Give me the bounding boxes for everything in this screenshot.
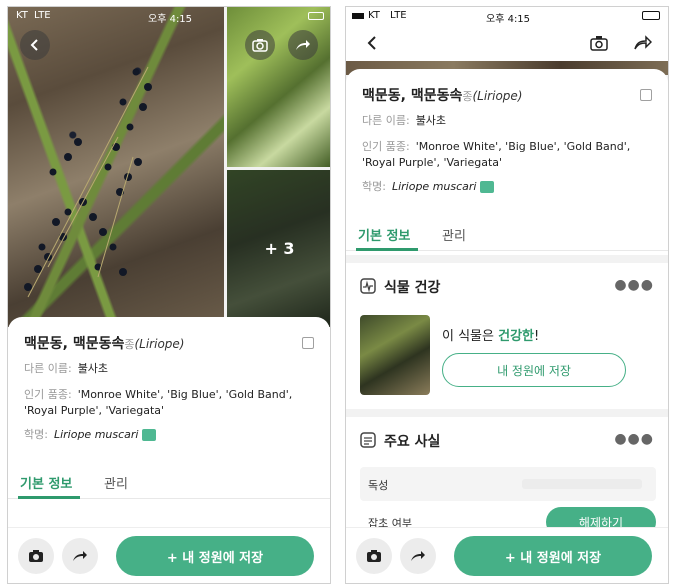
active-tab-indicator bbox=[18, 496, 80, 499]
status-bar: KT LTE 오후 4:15 bbox=[346, 7, 668, 25]
tab-basic-info[interactable]: 기본 정보 bbox=[358, 225, 410, 244]
canvas: + 3 KT LTE 오후 4:15 맥문동, 맥문동속종(Liriope) 다… bbox=[0, 0, 678, 587]
top-nav-bar bbox=[346, 25, 668, 63]
camera-icon bbox=[367, 550, 381, 562]
more-icon[interactable]: ●●● bbox=[614, 277, 654, 293]
toxicity-row: 독성 bbox=[360, 467, 656, 501]
health-status-prefix: 이 식물은 bbox=[442, 329, 499, 344]
share-button[interactable] bbox=[288, 30, 318, 60]
tab-bar: 기본 정보 관리 bbox=[8, 465, 330, 499]
other-name-value: 불사초 bbox=[77, 362, 109, 375]
tab-basic-info[interactable]: 기본 정보 bbox=[20, 473, 72, 492]
speaker-icon[interactable] bbox=[480, 181, 495, 193]
more-photos-count[interactable]: + 3 bbox=[227, 170, 330, 327]
tab-care[interactable]: 관리 bbox=[104, 473, 128, 492]
scientific-label: 학명: bbox=[362, 180, 386, 193]
bottom-camera-button[interactable] bbox=[356, 538, 392, 574]
chevron-left-icon bbox=[30, 39, 38, 51]
tab-bar: 기본 정보 관리 bbox=[346, 217, 668, 251]
camera-icon bbox=[29, 550, 43, 562]
battery-icon bbox=[642, 11, 660, 20]
bottom-share-button[interactable] bbox=[400, 538, 436, 574]
other-name-label: 다른 이름: bbox=[24, 362, 72, 375]
health-section-title: 식물 건강 bbox=[384, 280, 441, 296]
genus-latin: (Liriope) bbox=[134, 337, 185, 351]
bottom-action-bar: + 내 정원에 저장 bbox=[346, 527, 668, 583]
key-facts-section: 주요 사실 ●●● 독성 잡초 여부 해제하기 bbox=[346, 417, 668, 537]
scientific-name: Liriope muscari bbox=[391, 180, 477, 193]
genus-latin: (Liriope) bbox=[472, 89, 523, 103]
camera-button[interactable] bbox=[245, 30, 275, 60]
toxicity-value-blurred bbox=[522, 479, 642, 489]
plant-common-names: 맥문동, 맥문동속 bbox=[362, 88, 463, 104]
active-tab-indicator bbox=[356, 248, 418, 251]
plant-title: 맥문동, 맥문동속종(Liriope) bbox=[362, 85, 522, 105]
plant-health-section: 식물 건강 ●●● 이 식물은 건강한! 내 정원에 저장 bbox=[346, 263, 668, 409]
phone-screen-left: + 3 KT LTE 오후 4:15 맥문동, 맥문동속종(Liriope) 다… bbox=[7, 6, 331, 584]
back-button[interactable] bbox=[20, 30, 50, 60]
signal-icon bbox=[352, 13, 364, 19]
share-icon bbox=[411, 551, 425, 561]
network-label: LTE bbox=[34, 10, 51, 21]
status-bar: KT LTE 오후 4:15 bbox=[8, 7, 330, 25]
scientific-name-row: 학명: Liriope muscari bbox=[24, 427, 157, 443]
cultivars-row: 인기 품종: 'Monroe White', 'Big Blue', 'Gold … bbox=[24, 387, 314, 419]
add-to-garden-button[interactable]: + 내 정원에 저장 bbox=[454, 536, 652, 576]
edit-icon[interactable] bbox=[302, 337, 314, 349]
genus-prefix: 종 bbox=[462, 90, 473, 103]
share-icon[interactable] bbox=[634, 35, 652, 51]
more-icon[interactable]: ●●● bbox=[614, 431, 654, 447]
scientific-label: 학명: bbox=[24, 428, 48, 441]
battery-icon bbox=[308, 12, 324, 20]
toxicity-label: 독성 bbox=[368, 479, 389, 492]
health-status-text: 이 식물은 건강한! bbox=[442, 325, 539, 344]
cultivars-label: 인기 품종: bbox=[362, 140, 410, 153]
carrier-label: KT bbox=[368, 10, 380, 21]
other-name-label: 다른 이름: bbox=[362, 114, 410, 127]
phone-screen-right: KT LTE 오후 4:15 맥문동, 맥문동속종(Liriope) 다른 이름… bbox=[345, 6, 669, 584]
genus-prefix: 종 bbox=[124, 338, 135, 351]
camera-icon bbox=[252, 39, 268, 52]
scientific-name: Liriope muscari bbox=[53, 428, 139, 441]
cultivars-row: 인기 품종: 'Monroe White', 'Big Blue', 'Gold … bbox=[362, 139, 652, 171]
other-name-row: 다른 이름: 불사초 bbox=[362, 113, 446, 129]
health-status-suffix: ! bbox=[534, 329, 540, 344]
tab-care[interactable]: 관리 bbox=[442, 225, 466, 244]
add-to-garden-button[interactable]: + 내 정원에 저장 bbox=[116, 536, 314, 576]
share-icon bbox=[73, 551, 87, 561]
scientific-name-row: 학명: Liriope muscari bbox=[362, 179, 495, 195]
clock-label: 오후 4:15 bbox=[148, 14, 193, 25]
chevron-left-icon[interactable] bbox=[366, 35, 378, 51]
bottom-camera-button[interactable] bbox=[18, 538, 54, 574]
share-icon bbox=[296, 40, 310, 50]
other-name-row: 다른 이름: 불사초 bbox=[24, 361, 108, 377]
health-photo[interactable] bbox=[360, 315, 430, 395]
plant-photo-thumb-1[interactable] bbox=[227, 7, 330, 167]
health-status-value: 건강한 bbox=[498, 329, 534, 344]
plant-info-card: 맥문동, 맥문동속종(Liriope) 다른 이름: 불사초 인기 품종: 'Mon… bbox=[346, 69, 668, 255]
bottom-action-bar: + 내 정원에 저장 bbox=[8, 527, 330, 583]
plant-common-names: 맥문동, 맥문동속 bbox=[24, 336, 125, 352]
pulse-icon bbox=[360, 278, 376, 294]
edit-icon[interactable] bbox=[640, 89, 652, 101]
save-to-garden-outline-button[interactable]: 내 정원에 저장 bbox=[442, 353, 626, 387]
clock-label: 오후 4:15 bbox=[486, 14, 531, 25]
camera-icon[interactable] bbox=[590, 35, 608, 51]
carrier-label: KT bbox=[16, 10, 28, 21]
list-icon bbox=[360, 432, 376, 448]
cultivars-label: 인기 품종: bbox=[24, 388, 72, 401]
facts-section-title: 주요 사실 bbox=[384, 434, 441, 450]
plant-title: 맥문동, 맥문동속종(Liriope) bbox=[24, 333, 184, 353]
network-label: LTE bbox=[390, 10, 407, 21]
speaker-icon[interactable] bbox=[142, 429, 157, 441]
bottom-share-button[interactable] bbox=[62, 538, 98, 574]
other-name-value: 불사초 bbox=[415, 114, 447, 127]
